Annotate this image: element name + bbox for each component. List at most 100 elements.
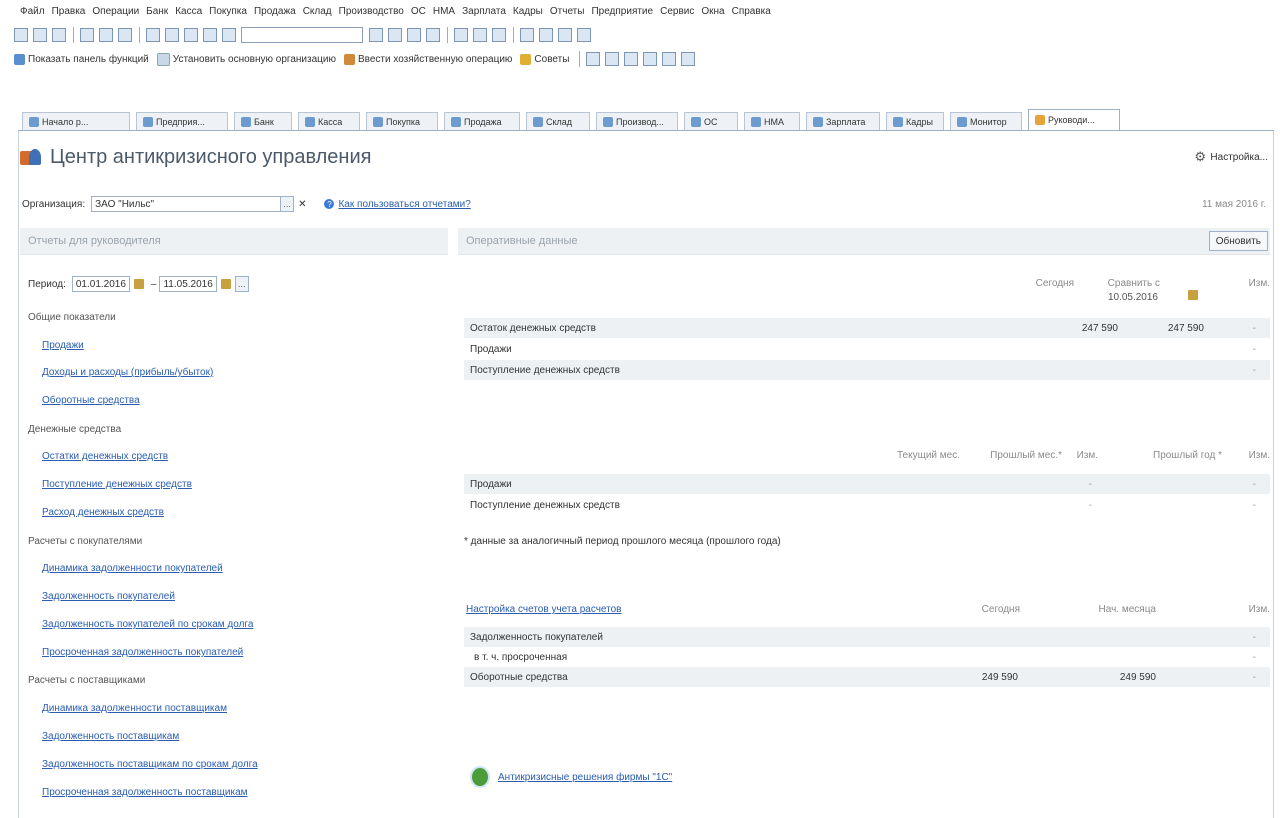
m-minus-icon[interactable] bbox=[539, 28, 553, 42]
print-icon[interactable] bbox=[146, 28, 160, 42]
info-icon[interactable] bbox=[426, 28, 440, 42]
table-row: Задолженность покупателей - bbox=[464, 627, 1270, 647]
calendar-icon[interactable] bbox=[133, 279, 144, 289]
menu-hr[interactable]: Кадры bbox=[513, 6, 543, 17]
menu-fixed-assets[interactable]: ОС bbox=[411, 6, 426, 17]
chart-icon[interactable] bbox=[624, 52, 639, 66]
find-next-icon[interactable] bbox=[369, 28, 383, 42]
help-icon[interactable] bbox=[577, 28, 591, 42]
compare-date[interactable]: 10.05.2016 bbox=[1100, 292, 1158, 303]
save-icon[interactable] bbox=[52, 28, 66, 42]
menu-file[interactable]: Файл bbox=[20, 6, 45, 17]
menu-sales[interactable]: Продажа bbox=[254, 6, 296, 17]
how-to-use-reports[interactable]: ? Как пользоваться отчетами? bbox=[324, 199, 471, 210]
show-panel-button[interactable]: Показать панель функций bbox=[14, 53, 149, 65]
search-input[interactable] bbox=[241, 27, 363, 43]
calendar-icon[interactable] bbox=[1188, 290, 1198, 300]
paste-icon[interactable] bbox=[118, 28, 132, 42]
set-org-button[interactable]: Установить основную организацию bbox=[156, 52, 336, 66]
refresh-button[interactable]: Обновить bbox=[1208, 231, 1268, 251]
menu-reports[interactable]: Отчеты bbox=[550, 6, 585, 17]
report-link-supplier-overdue[interactable]: Просроченная задолженность поставщикам bbox=[42, 787, 248, 798]
tab-warehouse[interactable]: Склад bbox=[526, 112, 590, 130]
forward-icon[interactable] bbox=[203, 28, 217, 42]
tab-hr[interactable]: Кадры bbox=[886, 112, 944, 130]
report-link-current-assets[interactable]: Оборотные средства bbox=[42, 395, 140, 406]
table-icon[interactable] bbox=[492, 28, 506, 42]
tab-production[interactable]: Производ... bbox=[596, 112, 678, 130]
settings-button[interactable]: ⚙ Настройка... bbox=[1194, 150, 1268, 164]
ledger-icon[interactable] bbox=[662, 52, 677, 66]
report-icon[interactable] bbox=[586, 52, 601, 66]
open-icon[interactable] bbox=[33, 28, 47, 42]
enter-operation-button[interactable]: Ввести хозяйственную операцию bbox=[343, 53, 512, 65]
tab-enterprise[interactable]: Предприя... bbox=[136, 112, 228, 130]
find-prev-icon[interactable] bbox=[388, 28, 402, 42]
manager-reports-title: Отчеты для руководителя bbox=[20, 228, 448, 255]
col-prev-year: Прошлый год * bbox=[1153, 450, 1222, 461]
organization-clear-icon[interactable]: ✕ bbox=[298, 199, 306, 210]
report-link-supplier-debt-terms[interactable]: Задолженность поставщикам по срокам долг… bbox=[42, 759, 258, 770]
report-link-supplier-debt-dynamics[interactable]: Динамика задолженности поставщикам bbox=[42, 703, 227, 714]
preview-icon[interactable] bbox=[165, 28, 179, 42]
anti-crisis-solutions[interactable]: Антикризисные решения фирмы "1С" bbox=[470, 766, 672, 788]
menu-warehouse[interactable]: Склад bbox=[303, 6, 332, 17]
m-clear-icon[interactable] bbox=[558, 28, 572, 42]
period-from-field[interactable]: 01.01.2016 bbox=[71, 276, 130, 292]
organization-field[interactable]: ЗАО "Нильс" bbox=[91, 196, 282, 212]
cut-icon[interactable] bbox=[80, 28, 94, 42]
new-doc-icon[interactable] bbox=[14, 28, 28, 42]
tab-fixed-assets[interactable]: ОС bbox=[684, 112, 738, 130]
account-settings-link[interactable]: Настройка счетов учета расчетов bbox=[466, 604, 622, 615]
tab-monitor[interactable]: Монитор bbox=[950, 112, 1022, 130]
report-link-cash-balance[interactable]: Остатки денежных средств bbox=[42, 451, 168, 462]
menu-service[interactable]: Сервис bbox=[660, 6, 694, 17]
tab-bank[interactable]: Банк bbox=[234, 112, 292, 130]
back-icon[interactable] bbox=[184, 28, 198, 42]
report-link-customer-debt-dynamics[interactable]: Динамика задолженности покупателей bbox=[42, 563, 223, 574]
copy-icon[interactable] bbox=[99, 28, 113, 42]
tab-sales[interactable]: Продажа bbox=[444, 112, 520, 130]
tab-purchase[interactable]: Покупка bbox=[366, 112, 438, 130]
menu-production[interactable]: Производство bbox=[339, 6, 404, 17]
menu-salary[interactable]: Зарплата bbox=[462, 6, 506, 17]
more-reports-icon[interactable] bbox=[681, 52, 696, 66]
report-link-sales[interactable]: Продажи bbox=[42, 340, 84, 351]
menu-purchase[interactable]: Покупка bbox=[209, 6, 247, 17]
calendar-icon[interactable] bbox=[473, 28, 487, 42]
period-to-field[interactable]: 11.05.2016 bbox=[159, 276, 217, 292]
menu-cash[interactable]: Касса bbox=[175, 6, 202, 17]
period-select-button[interactable]: … bbox=[234, 276, 249, 292]
tab-manager[interactable]: Руководи... bbox=[1028, 109, 1120, 130]
report-link-supplier-debt[interactable]: Задолженность поставщикам bbox=[42, 731, 179, 742]
tab-cash[interactable]: Касса bbox=[298, 112, 360, 130]
how-to-use-link[interactable]: Как пользоваться отчетами? bbox=[338, 199, 470, 210]
search-icon[interactable] bbox=[222, 28, 236, 42]
menu-intangibles[interactable]: НМА bbox=[433, 6, 455, 17]
balance-icon[interactable] bbox=[643, 52, 658, 66]
tab-start[interactable]: Начало р... bbox=[22, 112, 130, 130]
menu-operations[interactable]: Операции bbox=[92, 6, 139, 17]
report-link-customer-debt-terms[interactable]: Задолженность покупателей по срокам долг… bbox=[42, 619, 253, 630]
tab-intangibles[interactable]: НМА bbox=[744, 112, 800, 130]
menu-help[interactable]: Справка bbox=[732, 6, 771, 17]
calendar-icon[interactable] bbox=[220, 279, 231, 289]
anti-crisis-link[interactable]: Антикризисные решения фирмы "1С" bbox=[498, 772, 672, 783]
menu-bank[interactable]: Банк bbox=[146, 6, 168, 17]
report-link-cash-expense[interactable]: Расход денежных средств bbox=[42, 507, 164, 518]
journal-icon[interactable] bbox=[605, 52, 620, 66]
report-link-cash-receipts[interactable]: Поступление денежных средств bbox=[42, 479, 192, 490]
tab-salary[interactable]: Зарплата bbox=[806, 112, 880, 130]
tips-button[interactable]: Советы bbox=[520, 53, 569, 65]
report-link-customer-overdue[interactable]: Просроченная задолженность покупателей bbox=[42, 647, 243, 658]
menu-windows[interactable]: Окна bbox=[701, 6, 724, 17]
refresh-icon[interactable] bbox=[407, 28, 421, 42]
report-link-customer-debt[interactable]: Задолженность покупателей bbox=[42, 591, 175, 602]
calculator-icon[interactable] bbox=[454, 28, 468, 42]
report-link-income-expense[interactable]: Доходы и расходы (прибыль/убыток) bbox=[42, 367, 213, 378]
organization-select-button[interactable]: … bbox=[280, 196, 295, 212]
menu-edit[interactable]: Правка bbox=[52, 6, 86, 17]
menu-enterprise[interactable]: Предприятие bbox=[591, 6, 653, 17]
enterprise-icon bbox=[143, 116, 153, 127]
m-plus-icon[interactable] bbox=[520, 28, 534, 42]
